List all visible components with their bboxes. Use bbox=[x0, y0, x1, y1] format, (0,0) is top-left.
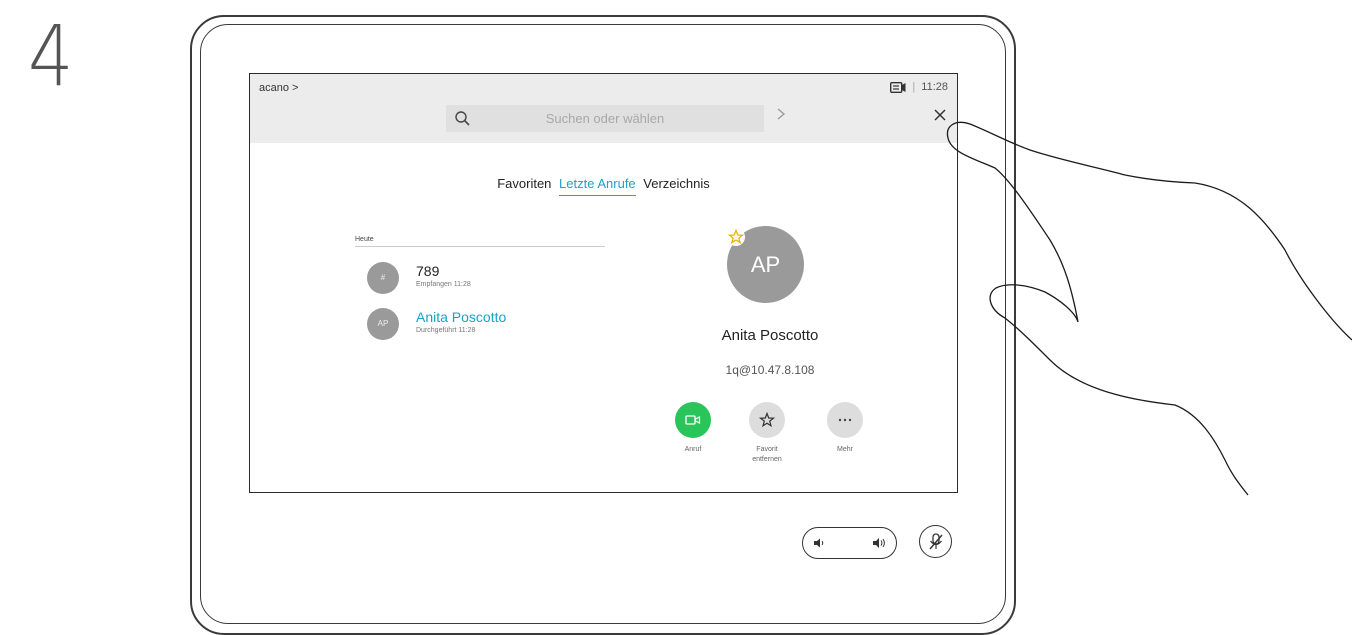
list-item-detail: Empfangen 11:28 bbox=[416, 281, 471, 288]
remove-favorite-label: Favorit entfernen bbox=[752, 446, 782, 463]
pointing-hand-illustration bbox=[946, 121, 1352, 496]
volume-down-icon[interactable] bbox=[813, 537, 825, 549]
screen-share-icon[interactable] bbox=[890, 81, 906, 93]
mic-mute-icon bbox=[929, 533, 943, 550]
section-label: Heute bbox=[355, 236, 605, 247]
call-label: Anruf bbox=[684, 446, 702, 453]
search-placeholder: Suchen oder wählen bbox=[545, 111, 665, 126]
list-item[interactable]: AP Anita Poscotto Durchgeführt 11:28 bbox=[367, 308, 627, 340]
video-call-icon bbox=[685, 415, 701, 425]
volume-up-icon[interactable] bbox=[872, 536, 887, 550]
volume-control[interactable] bbox=[802, 527, 897, 559]
avatar: AP bbox=[367, 308, 399, 340]
more-label: Mehr bbox=[837, 446, 853, 453]
tab-verzeichnis[interactable]: Verzeichnis bbox=[643, 176, 709, 195]
list-item-detail: Durchgeführt 11:28 bbox=[416, 327, 476, 334]
call-button[interactable]: Anruf bbox=[653, 402, 733, 455]
call-circle[interactable] bbox=[675, 402, 711, 438]
step-number: 4 bbox=[28, 7, 74, 105]
touch-screen: acano > | 11:28 Suchen oder wählen Favor… bbox=[249, 73, 958, 493]
breadcrumb[interactable]: acano > bbox=[259, 82, 298, 94]
list-item-name: 789 bbox=[416, 263, 440, 279]
tab-favoriten[interactable]: Favoriten bbox=[497, 176, 551, 195]
top-bar: acano > | 11:28 Suchen oder wählen bbox=[250, 74, 957, 143]
remove-favorite-circle[interactable] bbox=[749, 402, 785, 438]
more-circle[interactable] bbox=[827, 402, 863, 438]
list-item-name: Anita Poscotto bbox=[416, 309, 507, 325]
clock: 11:28 bbox=[921, 81, 948, 93]
list-item[interactable]: # 789 Empfangen 11:28 bbox=[367, 262, 627, 294]
status-separator: | bbox=[912, 81, 916, 93]
tab-bar: Favoriten Letzte Anrufe Verzeichnis bbox=[250, 176, 957, 196]
contact-name: Anita Poscotto bbox=[721, 327, 819, 344]
star-icon bbox=[759, 412, 775, 428]
avatar: # bbox=[367, 262, 399, 294]
status-area: | 11:28 bbox=[890, 81, 948, 93]
favorite-badge bbox=[727, 228, 745, 246]
contact-address: 1q@10.47.8.108 bbox=[725, 363, 815, 377]
tab-letzte-anrufe[interactable]: Letzte Anrufe bbox=[559, 176, 636, 196]
mute-button[interactable] bbox=[919, 525, 952, 558]
chevron-right-icon[interactable] bbox=[774, 107, 788, 121]
search-input[interactable]: Suchen oder wählen bbox=[446, 105, 764, 132]
more-icon bbox=[838, 418, 852, 422]
remove-favorite-button[interactable]: Favorit entfernen bbox=[727, 402, 807, 465]
more-button[interactable]: Mehr bbox=[805, 402, 885, 455]
star-icon bbox=[727, 228, 745, 245]
